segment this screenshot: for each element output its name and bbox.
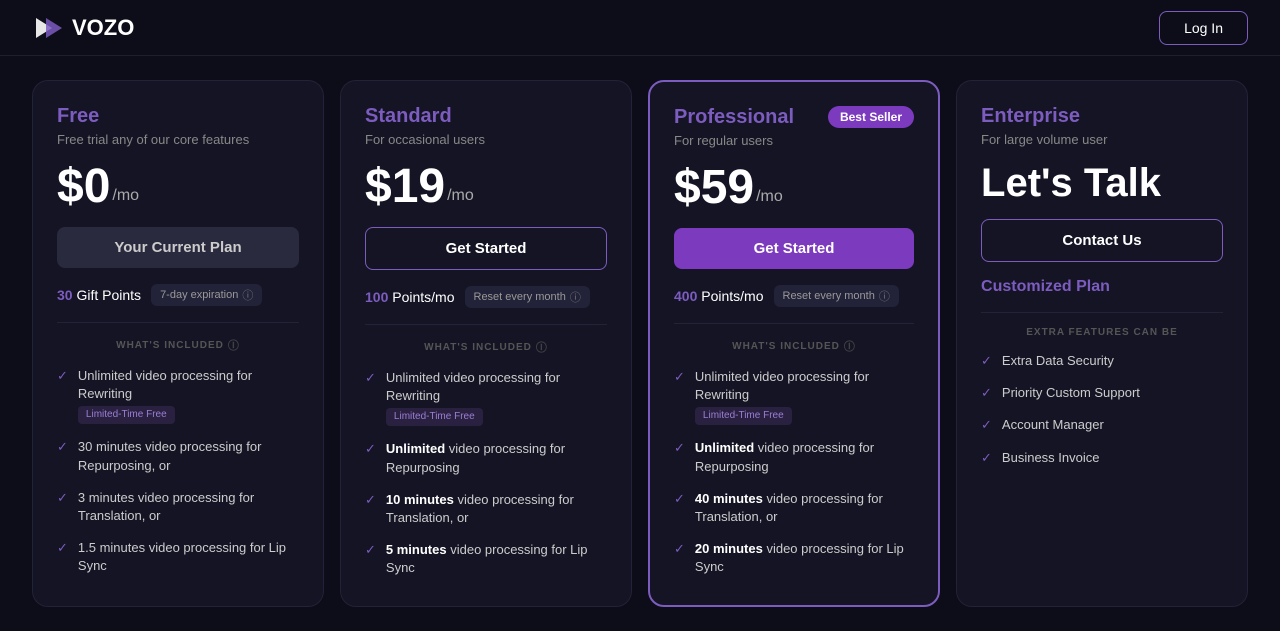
plan-card-professional: Professional Best Seller For regular use…	[648, 80, 940, 607]
feature-item: ✓ 3 minutes video processing for Transla…	[57, 489, 299, 525]
logo-icon	[32, 12, 64, 44]
header: VOZO Log In	[0, 0, 1280, 56]
plan-header-professional: Professional Best Seller	[674, 106, 914, 129]
feature-item: ✓ 30 minutes video processing for Repurp…	[57, 438, 299, 474]
plan-header-standard: Standard	[365, 105, 607, 128]
feature-item: ✓ 5 minutes video processing for Lip Syn…	[365, 541, 607, 577]
check-icon: ✓	[57, 540, 68, 556]
check-icon: ✓	[981, 353, 992, 369]
check-icon: ✓	[365, 370, 376, 386]
feature-item: ✓ Unlimited video processing for Rewriti…	[365, 369, 607, 426]
feature-item: ✓ Priority Custom Support	[981, 384, 1223, 402]
price-suffix-standard: /mo	[447, 187, 474, 205]
check-icon: ✓	[674, 491, 685, 507]
price-standard: $19	[365, 163, 445, 211]
info-icon-section-free: ⓘ	[228, 337, 240, 353]
plan-header-enterprise: Enterprise	[981, 105, 1223, 128]
plans-container: Free Free trial any of our core features…	[0, 56, 1280, 631]
points-row-standard: 100 Points/mo Reset every month ⓘ	[365, 286, 607, 308]
feature-item: ✓ Unlimited video processing for Repurpo…	[674, 439, 914, 475]
feature-item: ✓ Account Manager	[981, 416, 1223, 434]
plan-desc-enterprise: For large volume user	[981, 132, 1223, 147]
price-suffix-free: /mo	[112, 187, 139, 205]
plan-name-enterprise: Enterprise	[981, 105, 1080, 128]
cta-enterprise[interactable]: Contact Us	[981, 219, 1223, 262]
points-tag-free: 7-day expiration ⓘ	[151, 284, 262, 306]
section-label-enterprise: EXTRA FEATURES CAN BE	[981, 327, 1223, 338]
feature-item: ✓ Unlimited video processing for Rewriti…	[57, 367, 299, 424]
section-label-standard: WHAT'S INCLUDED ⓘ	[365, 339, 607, 355]
section-label-free: WHAT'S INCLUDED ⓘ	[57, 337, 299, 353]
points-label-free: 30 Gift Points	[57, 287, 141, 303]
cta-standard[interactable]: Get Started	[365, 227, 607, 270]
info-icon-professional: ⓘ	[879, 288, 890, 304]
logo-text: VOZO	[72, 15, 134, 41]
price-free: $0	[57, 163, 110, 211]
check-icon: ✓	[981, 450, 992, 466]
feature-item: ✓ 20 minutes video processing for Lip Sy…	[674, 540, 914, 576]
points-tag-standard: Reset every month ⓘ	[465, 286, 590, 308]
plan-name-professional: Professional	[674, 106, 794, 129]
feature-list-professional: ✓ Unlimited video processing for Rewriti…	[674, 368, 914, 577]
feature-item: ✓ Extra Data Security	[981, 352, 1223, 370]
points-tag-professional: Reset every month ⓘ	[774, 285, 899, 307]
plan-desc-professional: For regular users	[674, 133, 914, 148]
points-label-professional: 400 Points/mo	[674, 288, 764, 304]
customized-label-enterprise: Customized Plan	[981, 278, 1223, 296]
check-icon: ✓	[674, 369, 685, 385]
logo: VOZO	[32, 12, 134, 44]
check-icon: ✓	[57, 490, 68, 506]
price-row-standard: $19 /mo	[365, 163, 607, 211]
check-icon: ✓	[57, 439, 68, 455]
plan-card-free: Free Free trial any of our core features…	[32, 80, 324, 607]
plan-desc-free: Free trial any of our core features	[57, 132, 299, 147]
section-label-professional: WHAT'S INCLUDED ⓘ	[674, 338, 914, 354]
login-button[interactable]: Log In	[1159, 11, 1248, 45]
plan-name-standard: Standard	[365, 105, 452, 128]
plan-card-enterprise: Enterprise For large volume user Let's T…	[956, 80, 1248, 607]
info-icon-section-professional: ⓘ	[844, 338, 856, 354]
info-icon-standard: ⓘ	[570, 289, 581, 305]
check-icon: ✓	[981, 385, 992, 401]
feature-list-standard: ✓ Unlimited video processing for Rewriti…	[365, 369, 607, 578]
price-talk-enterprise: Let's Talk	[981, 163, 1223, 203]
plan-name-free: Free	[57, 105, 99, 128]
feature-item: ✓ Unlimited video processing for Rewriti…	[674, 368, 914, 425]
info-icon-free: ⓘ	[242, 287, 253, 303]
price-row-free: $0 /mo	[57, 163, 299, 211]
price-professional: $59	[674, 164, 754, 212]
plan-header-free: Free	[57, 105, 299, 128]
check-icon: ✓	[365, 492, 376, 508]
check-icon: ✓	[365, 542, 376, 558]
price-row-professional: $59 /mo	[674, 164, 914, 212]
points-label-standard: 100 Points/mo	[365, 289, 455, 305]
check-icon: ✓	[981, 417, 992, 433]
feature-item: ✓ 40 minutes video processing for Transl…	[674, 490, 914, 526]
cta-professional[interactable]: Get Started	[674, 228, 914, 269]
feature-item: ✓ Unlimited video processing for Repurpo…	[365, 440, 607, 476]
price-suffix-professional: /mo	[756, 188, 783, 206]
feature-list-enterprise: ✓ Extra Data Security ✓ Priority Custom …	[981, 352, 1223, 467]
best-seller-badge: Best Seller	[828, 106, 914, 128]
check-icon: ✓	[674, 541, 685, 557]
check-icon: ✓	[365, 441, 376, 457]
feature-list-free: ✓ Unlimited video processing for Rewriti…	[57, 367, 299, 576]
info-icon-section-standard: ⓘ	[536, 339, 548, 355]
plan-desc-standard: For occasional users	[365, 132, 607, 147]
cta-free[interactable]: Your Current Plan	[57, 227, 299, 268]
feature-item: ✓ 10 minutes video processing for Transl…	[365, 491, 607, 527]
check-icon: ✓	[674, 440, 685, 456]
points-row-free: 30 Gift Points 7-day expiration ⓘ	[57, 284, 299, 306]
check-icon: ✓	[57, 368, 68, 384]
feature-item: ✓ 1.5 minutes video processing for Lip S…	[57, 539, 299, 575]
feature-item: ✓ Business Invoice	[981, 449, 1223, 467]
points-row-professional: 400 Points/mo Reset every month ⓘ	[674, 285, 914, 307]
plan-card-standard: Standard For occasional users $19 /mo Ge…	[340, 80, 632, 607]
